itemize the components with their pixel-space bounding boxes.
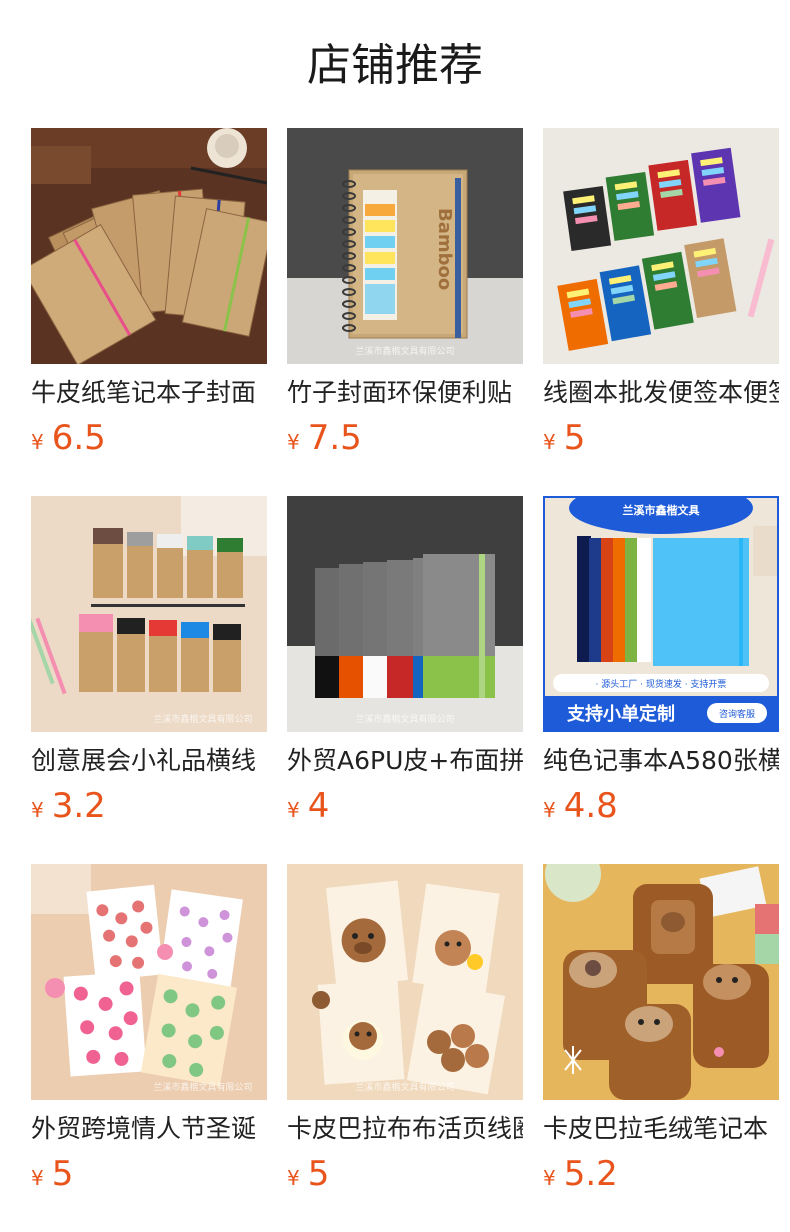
capybara-plush-notebooks-image [543, 864, 779, 1100]
product-name[interactable]: 牛皮纸笔记本子封面 [31, 375, 267, 411]
product-image[interactable]: 兰溪市鑫楷文具有限公司 [31, 496, 267, 732]
product-price: ¥5 [287, 1152, 329, 1196]
banner-main-text: 支持小单定制 [566, 703, 675, 725]
product-image[interactable]: 兰溪市鑫楷文具有限公司 [287, 496, 523, 732]
product-image[interactable] [31, 128, 267, 364]
price-value: 5 [51, 1154, 74, 1194]
product-card[interactable]: 兰溪市鑫楷文具有限公司 外贸A6PU皮+布面拼 ¥4 [287, 496, 523, 826]
banner-features-text: · 源头工厂 · 现货速发 · 支持开票 [596, 678, 727, 690]
product-card[interactable]: 牛皮纸笔记本子封面 ¥6.5 [31, 128, 267, 458]
capybara-spiral-notebooks-image: 兰溪市鑫楷文具有限公司 [287, 864, 523, 1100]
currency-symbol: ¥ [31, 1166, 44, 1190]
product-image[interactable]: 兰溪市鑫楷文具有限公司 [31, 864, 267, 1100]
currency-symbol: ¥ [543, 798, 556, 822]
product-name[interactable]: 外贸跨境情人节圣诞 [31, 1111, 267, 1147]
product-price: ¥7.5 [287, 416, 362, 460]
product-image[interactable]: 兰溪市鑫楷文具 · 源头工厂 · 现货速发 · 支持开票 支持小单定制 咨询客服 [543, 496, 779, 732]
price-value: 5.2 [563, 1154, 618, 1194]
product-card[interactable]: 兰溪市鑫楷文具有限公司 卡皮巴拉布布活页线圈 ¥5 [287, 864, 523, 1194]
currency-symbol: ¥ [287, 430, 300, 454]
price-value: 7.5 [307, 418, 362, 458]
watermark: 兰溪市鑫楷文具有限公司 [355, 713, 454, 725]
price-value: 6.5 [51, 418, 106, 458]
pu-fabric-notebooks-image: 兰溪市鑫楷文具有限公司 [287, 496, 523, 732]
price-value: 5 [563, 418, 586, 458]
bamboo-notebook-image: Bamboo 兰溪市鑫楷文具有限公司 [287, 128, 523, 364]
product-price: ¥5.2 [543, 1152, 618, 1196]
product-image[interactable] [543, 128, 779, 364]
valentine-notebooks-image: 兰溪市鑫楷文具有限公司 [31, 864, 267, 1100]
product-name[interactable]: 纯色记事本A580张横 [543, 743, 779, 779]
product-name[interactable]: 竹子封面环保便利贴 [287, 375, 523, 411]
currency-symbol: ¥ [287, 798, 300, 822]
product-name[interactable]: 线圈本批发便签本便签 [543, 375, 779, 411]
product-grid: 牛皮纸笔记本子封面 ¥6.5 Bamboo 兰溪市鑫楷文具有限公司 竹子封面环保… [31, 128, 790, 1218]
product-price: ¥5 [543, 416, 585, 460]
mini-pen-notepads-image: 兰溪市鑫楷文具有限公司 [31, 496, 267, 732]
store-recommendations-page: 店铺推荐 牛皮纸笔记本子封面 ¥ 6.5 Bamboo 兰溪市鑫楷文具有限公司 … [0, 0, 790, 1232]
currency-symbol: ¥ [31, 798, 44, 822]
product-card[interactable]: 线圈本批发便签本便签 ¥5 [543, 128, 779, 458]
currency-symbol: ¥ [543, 1166, 556, 1190]
product-price: ¥4 [287, 784, 329, 828]
product-name[interactable]: 创意展会小礼品横线 [31, 743, 267, 779]
product-name[interactable]: 卡皮巴拉毛绒笔记本 [543, 1111, 779, 1147]
product-card[interactable]: 兰溪市鑫楷文具有限公司 创意展会小礼品横线 ¥3.2 [31, 496, 267, 826]
product-price: ¥5 [31, 1152, 73, 1196]
product-card[interactable]: 兰溪市鑫楷文具有限公司 外贸跨境情人节圣诞 ¥5 [31, 864, 267, 1194]
product-card[interactable]: 卡皮巴拉毛绒笔记本 ¥5.2 [543, 864, 779, 1194]
banner-top-text: 兰溪市鑫楷文具 [623, 503, 700, 517]
product-name[interactable]: 卡皮巴拉布布活页线圈 [287, 1111, 523, 1147]
product-card[interactable]: Bamboo 兰溪市鑫楷文具有限公司 竹子封面环保便利贴 ¥7.5 [287, 128, 523, 458]
currency-symbol: ¥ [31, 430, 44, 454]
currency-symbol: ¥ [287, 1166, 300, 1190]
price-value: 4 [307, 786, 330, 826]
solid-color-notebook-banner-image: 兰溪市鑫楷文具 · 源头工厂 · 现货速发 · 支持开票 支持小单定制 咨询客服 [543, 496, 779, 732]
product-card[interactable]: 兰溪市鑫楷文具 · 源头工厂 · 现货速发 · 支持开票 支持小单定制 咨询客服… [543, 496, 779, 826]
product-price: ¥3.2 [31, 784, 106, 828]
product-name[interactable]: 外贸A6PU皮+布面拼 [287, 743, 523, 779]
price-value: 3.2 [51, 786, 106, 826]
price-value: 4.8 [563, 786, 618, 826]
kraft-notebooks-image [31, 128, 267, 364]
product-image[interactable]: Bamboo 兰溪市鑫楷文具有限公司 [287, 128, 523, 364]
section-title: 店铺推荐 [307, 40, 483, 91]
watermark: 兰溪市鑫楷文具有限公司 [355, 1081, 454, 1093]
watermark: 兰溪市鑫楷文具有限公司 [153, 1081, 252, 1093]
banner-button-text: 咨询客服 [719, 708, 755, 720]
product-image[interactable] [543, 864, 779, 1100]
bamboo-cover-text: Bamboo [434, 208, 455, 290]
currency-symbol: ¥ [543, 430, 556, 454]
product-image[interactable]: 兰溪市鑫楷文具有限公司 [287, 864, 523, 1100]
price-value: 5 [307, 1154, 330, 1194]
product-price: ¥4.8 [543, 784, 618, 828]
watermark: 兰溪市鑫楷文具有限公司 [355, 345, 454, 357]
watermark: 兰溪市鑫楷文具有限公司 [153, 713, 252, 725]
spiral-sticky-notebooks-image [543, 128, 779, 364]
product-price: ¥6.5 [31, 416, 106, 460]
